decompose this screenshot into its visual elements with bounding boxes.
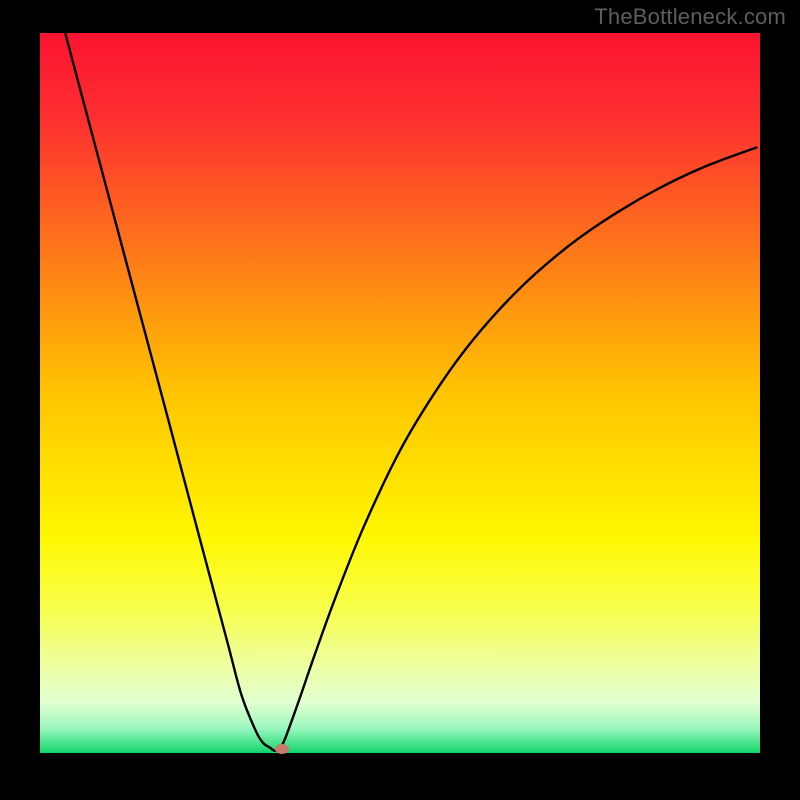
plot-svg [40,33,760,753]
plot-background [40,33,760,753]
chart-frame: TheBottleneck.com [0,0,800,800]
optimal-point-marker [275,744,289,754]
plot-area-wrap [40,33,760,753]
watermark-text: TheBottleneck.com [594,4,786,30]
